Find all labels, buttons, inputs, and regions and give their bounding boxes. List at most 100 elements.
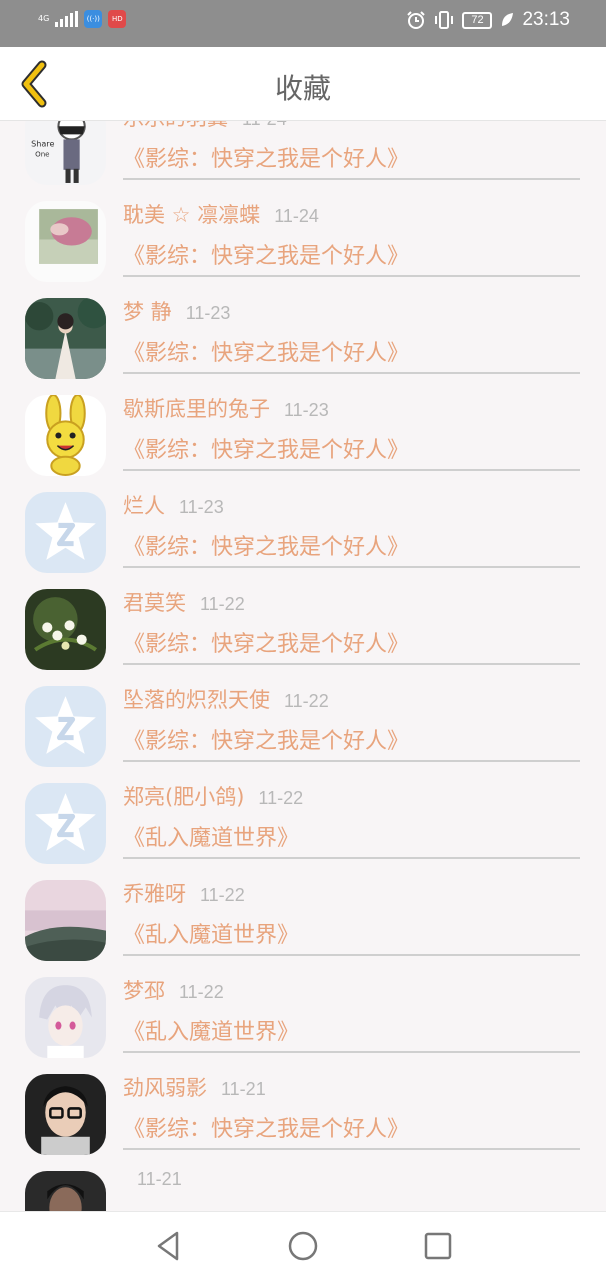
avatar-image <box>25 686 106 767</box>
favorite-item[interactable]: 劲风弱影 11-21 《影综：快穿之我是个好人》 <box>0 1064 606 1161</box>
row-divider <box>123 663 580 665</box>
avatar-image <box>25 880 106 961</box>
username[interactable]: 乔雅呀 <box>123 878 186 908</box>
signal-icon <box>55 11 79 27</box>
favorite-item[interactable]: 郑亮(肥小鸽) 11-22 《乱入魔道世界》 <box>0 773 606 870</box>
username[interactable]: 梦邳 <box>123 975 165 1005</box>
avatar[interactable] <box>25 395 106 476</box>
item-meta: 歇斯底里的兔子 11-23 <box>123 393 329 425</box>
favorite-date: 11-22 <box>258 788 304 808</box>
username[interactable]: 乐乐的羽翼 <box>123 121 228 132</box>
username[interactable]: 歇斯底里的兔子 <box>123 393 270 423</box>
row-divider <box>123 469 580 471</box>
username[interactable]: 郑亮(肥小鸽) <box>123 781 244 811</box>
page-title: 收藏 <box>274 72 331 105</box>
book-title-link[interactable]: 《乱入魔道世界》 <box>123 1014 299 1046</box>
favorites-list[interactable]: ShareOne 乐乐的羽翼 11-24 《影综：快穿之我是个好人》耽美 ☆ 凛凛蝶 1… <box>0 121 606 1211</box>
row-divider <box>123 954 580 956</box>
alarm-icon <box>407 11 426 29</box>
avatar-image <box>25 395 106 476</box>
favorite-item[interactable]: 梦邳 11-22 《乱入魔道世界》 <box>0 967 606 1064</box>
avatar-image <box>25 589 106 670</box>
book-title-link[interactable]: 《乱入魔道世界》 <box>123 820 299 852</box>
avatar[interactable] <box>25 589 106 670</box>
favorite-item[interactable]: ShareOne 乐乐的羽翼 11-24 《影综：快穿之我是个好人》 <box>0 121 606 191</box>
item-meta: 坠落的炽烈天使 11-22 <box>123 684 329 716</box>
favorite-item[interactable]: 坠落的炽烈天使 11-22 《影综：快穿之我是个好人》 <box>0 676 606 773</box>
svg-text:One: One <box>35 150 49 159</box>
username[interactable]: 劲风弱影 <box>123 1072 207 1102</box>
row-divider <box>123 566 580 568</box>
favorite-item[interactable]: 歇斯底里的兔子 11-23 《影综：快穿之我是个好人》 <box>0 385 606 482</box>
username[interactable]: 梦 静 <box>123 296 172 326</box>
avatar-image <box>25 201 106 282</box>
favorite-date: 11-24 <box>274 206 319 226</box>
nav-home-button[interactable] <box>285 1228 321 1264</box>
book-title-link[interactable]: 《影综：快穿之我是个好人》 <box>123 626 409 658</box>
hotspot-badge-icon: ((·)) <box>84 10 103 28</box>
book-title-link[interactable]: 《影综：快穿之我是个好人》 <box>123 432 409 464</box>
favorite-date: 11-21 <box>221 1079 266 1099</box>
avatar[interactable] <box>25 880 106 961</box>
item-meta: 耽美 ☆ 凛凛蝶 11-24 <box>123 199 319 231</box>
network-type: 4G <box>38 14 50 23</box>
item-meta: 乐乐的羽翼 11-24 <box>123 121 287 134</box>
row-divider <box>123 1051 580 1053</box>
item-meta: 劲风弱影 11-21 <box>123 1072 266 1104</box>
avatar[interactable] <box>25 201 106 282</box>
item-meta: 郑亮(肥小鸽) 11-22 <box>123 781 303 813</box>
favorite-item[interactable]: 烂人 11-23 《影综：快穿之我是个好人》 <box>0 482 606 579</box>
row-divider <box>123 857 580 859</box>
book-title-link[interactable]: 《影综：快穿之我是个好人》 <box>123 238 409 270</box>
item-meta: 君莫笑 11-22 <box>123 587 245 619</box>
item-meta: 乔雅呀 11-22 <box>123 878 245 910</box>
item-meta: 11-21 <box>123 1169 182 1201</box>
username[interactable]: 君莫笑 <box>123 587 186 617</box>
avatar[interactable] <box>25 298 106 379</box>
book-title-link[interactable]: 《影综：快穿之我是个好人》 <box>123 723 409 755</box>
nav-recents-button[interactable] <box>420 1228 456 1264</box>
avatar[interactable] <box>25 686 106 767</box>
favorite-date: 11-22 <box>200 885 245 905</box>
row-divider <box>123 372 580 374</box>
item-meta: 梦邳 11-22 <box>123 975 224 1007</box>
nav-back-button[interactable] <box>151 1228 187 1264</box>
favorite-date: 11-23 <box>179 497 224 517</box>
favorite-date: 11-23 <box>284 400 329 420</box>
favorite-item[interactable]: 11-21 <box>0 1161 606 1211</box>
avatar-image <box>25 492 106 573</box>
favorite-item[interactable]: 君莫笑 11-22 《影综：快穿之我是个好人》 <box>0 579 606 676</box>
app-header: 收藏 <box>0 47 606 121</box>
row-divider <box>123 178 580 180</box>
favorite-item[interactable]: 梦 静 11-23 《影综：快穿之我是个好人》 <box>0 288 606 385</box>
favorite-item[interactable]: 耽美 ☆ 凛凛蝶 11-24 《影综：快穿之我是个好人》 <box>0 191 606 288</box>
square-recents-icon <box>424 1232 452 1260</box>
book-title-link[interactable]: 《影综：快穿之我是个好人》 <box>123 141 409 173</box>
avatar[interactable]: Share One <box>25 121 106 185</box>
avatar[interactable] <box>25 1171 106 1211</box>
favorite-item[interactable]: 乔雅呀 11-22 《乱入魔道世界》 <box>0 870 606 967</box>
row-divider <box>123 1148 580 1150</box>
avatar[interactable] <box>25 492 106 573</box>
triangle-back-icon <box>157 1231 179 1261</box>
item-meta: 梦 静 11-23 <box>123 296 230 328</box>
row-divider <box>123 275 580 277</box>
favorite-date: 11-24 <box>242 121 287 130</box>
favorite-date: 11-23 <box>185 303 231 323</box>
avatar-image <box>25 1171 106 1211</box>
avatar-image: ShareOne <box>25 121 106 185</box>
book-title-link[interactable]: 《影综：快穿之我是个好人》 <box>123 529 409 561</box>
book-title-link[interactable]: 《乱入魔道世界》 <box>123 917 299 949</box>
avatar[interactable] <box>25 1074 106 1155</box>
favorite-date: 11-21 <box>137 1169 182 1189</box>
book-title-link[interactable]: 《影综：快穿之我是个好人》 <box>123 335 409 367</box>
avatar[interactable] <box>25 783 106 864</box>
username[interactable]: 坠落的炽烈天使 <box>123 684 270 714</box>
avatar-image <box>25 783 106 864</box>
username[interactable]: 耽美 ☆ 凛凛蝶 <box>123 199 260 229</box>
favorite-date: 11-22 <box>179 982 224 1002</box>
username[interactable]: 烂人 <box>123 490 165 520</box>
system-nav-bar <box>0 1211 606 1280</box>
avatar[interactable] <box>25 977 106 1058</box>
book-title-link[interactable]: 《影综：快穿之我是个好人》 <box>123 1111 409 1143</box>
